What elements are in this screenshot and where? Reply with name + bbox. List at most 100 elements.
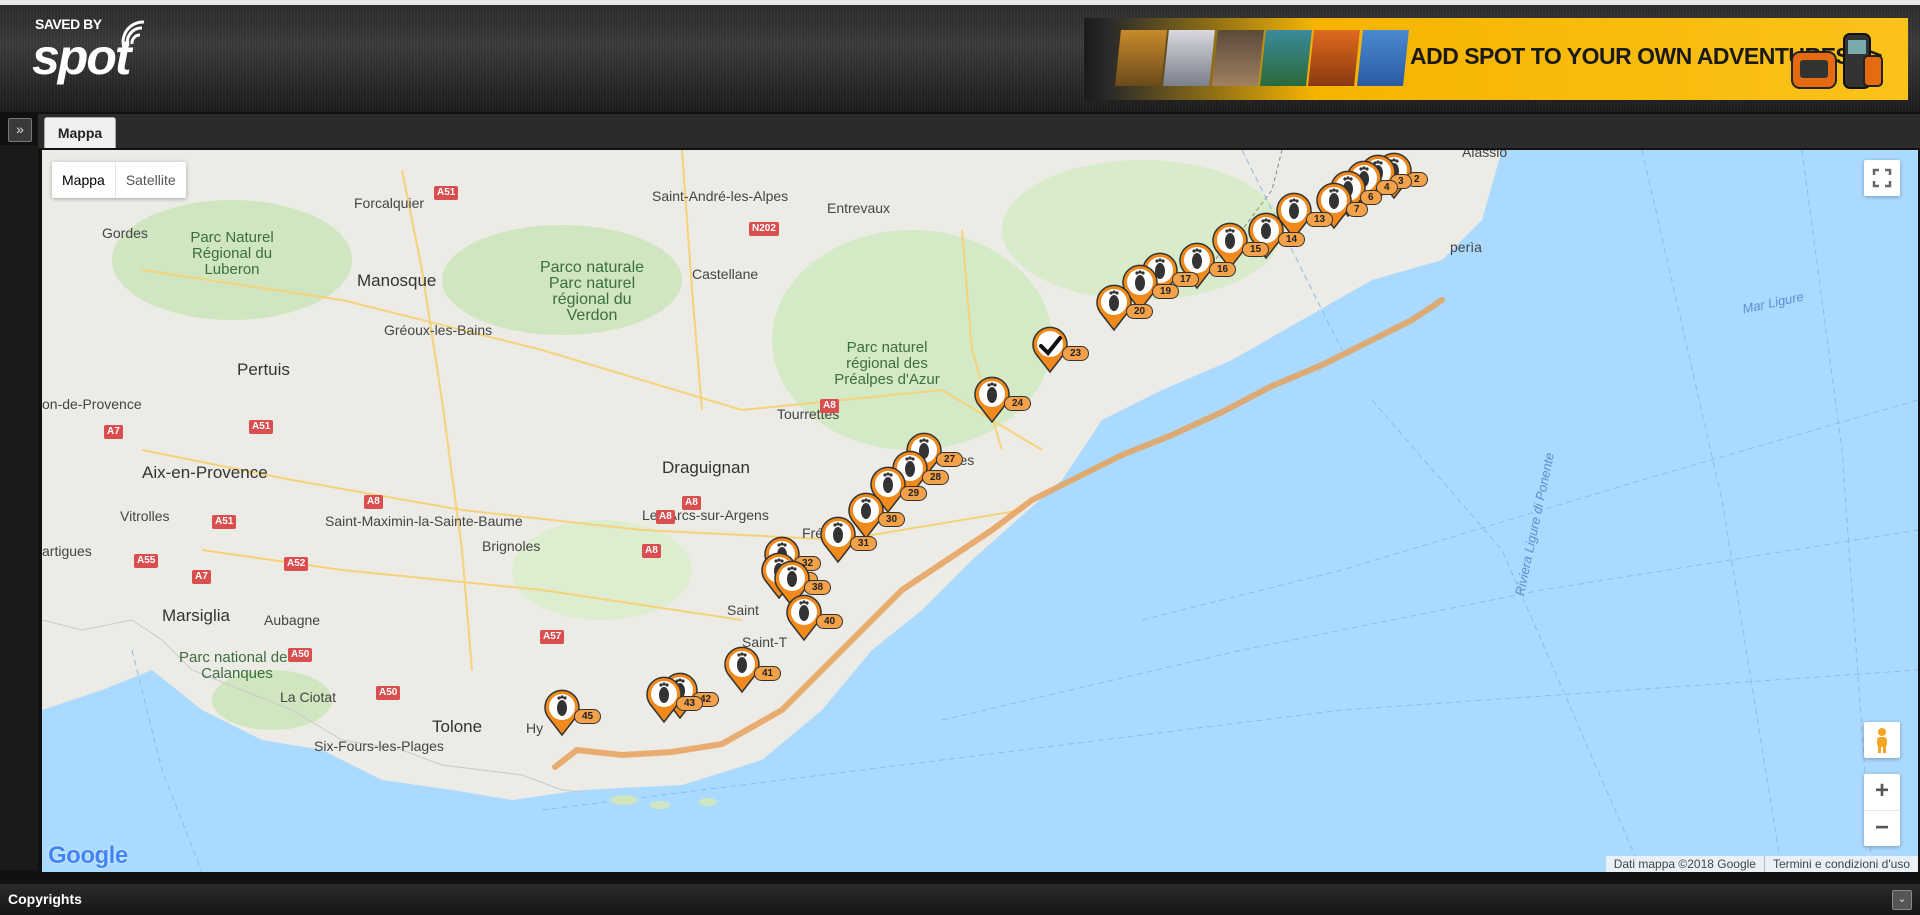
tab-bar bbox=[38, 114, 1920, 148]
map-attribution: Dati mappa ©2018 Google Termini e condiz… bbox=[1605, 856, 1918, 872]
track-marker[interactable]: 41 bbox=[720, 642, 782, 699]
track-marker-label: 29 bbox=[900, 486, 928, 501]
place-label: Draguignan bbox=[662, 458, 750, 477]
terms-link[interactable]: Termini e condizioni d'uso bbox=[1763, 856, 1918, 872]
track-marker[interactable]: 43 bbox=[642, 672, 704, 729]
place-label: Entrevaux bbox=[827, 200, 891, 216]
place-label: Vitrolles bbox=[120, 508, 170, 524]
place-label: perìa bbox=[1450, 239, 1482, 255]
zoom-control: + − bbox=[1864, 774, 1900, 846]
expand-panel-button[interactable]: » bbox=[8, 118, 32, 142]
road-shield: A7 bbox=[192, 570, 211, 584]
map-terrain bbox=[42, 150, 1918, 872]
track-marker-label: 19 bbox=[1152, 284, 1180, 299]
road-shield: A50 bbox=[288, 648, 313, 662]
chevron-down-icon: ⌄ bbox=[1897, 893, 1907, 905]
header: SAVED BY spot ADD SPOT TO YOUR OWN ADVEN… bbox=[0, 0, 1920, 112]
track-marker[interactable]: 31 bbox=[816, 512, 878, 569]
place-label: Saint-André-les-Alpes bbox=[652, 188, 789, 204]
place-label: Tolone bbox=[432, 717, 483, 736]
place-label: Saint bbox=[727, 602, 759, 618]
zoom-in-button[interactable]: + bbox=[1864, 774, 1900, 811]
track-marker-label: 45 bbox=[574, 709, 602, 724]
track-marker[interactable]: 20 bbox=[1092, 280, 1154, 337]
track-marker-label: 41 bbox=[754, 666, 782, 681]
park-label: Parco naturale Parc naturel régional du … bbox=[539, 259, 645, 324]
road-shield: A8 bbox=[364, 495, 383, 509]
track-marker[interactable]: 40 bbox=[782, 590, 844, 647]
spot-ad-banner[interactable]: ADD SPOT TO YOUR OWN ADVENTURES >> bbox=[1084, 18, 1908, 100]
track-marker-label: 14 bbox=[1278, 232, 1306, 247]
saved-by-spot-logo[interactable]: SAVED BY spot bbox=[32, 14, 167, 86]
fullscreen-icon bbox=[1872, 168, 1892, 188]
header-top-border bbox=[0, 0, 1920, 5]
road-shield: A8 bbox=[656, 510, 675, 524]
map-type-satellite-button[interactable]: Satellite bbox=[114, 162, 186, 198]
road-shield: A51 bbox=[212, 515, 237, 529]
track-marker-label: 27 bbox=[936, 452, 964, 467]
place-label: artigues bbox=[42, 543, 92, 559]
banner-photos bbox=[1115, 30, 1409, 86]
track-marker-label: 24 bbox=[1004, 396, 1032, 411]
place-label: Aubagne bbox=[264, 612, 321, 628]
road-shield: A50 bbox=[376, 686, 401, 700]
place-label: Gréoux-les-Bains bbox=[384, 322, 493, 338]
park-label: Parc national des Calanques bbox=[179, 649, 295, 682]
place-label: Gordes bbox=[102, 225, 148, 241]
pegman-icon bbox=[1877, 728, 1887, 753]
place-label: Aix-en-Provence bbox=[142, 463, 268, 482]
place-label: Castellane bbox=[692, 266, 759, 282]
footer-expand-button[interactable]: ⌄ bbox=[1892, 890, 1912, 910]
logo-brand: spot bbox=[32, 29, 132, 85]
track-marker-label: 30 bbox=[878, 512, 906, 527]
road-shield: A51 bbox=[434, 186, 459, 200]
spot-device-icon bbox=[1791, 33, 1883, 89]
footer-title: Copyrights bbox=[8, 891, 82, 907]
place-label: Pertuis bbox=[237, 360, 290, 379]
track-marker-label: 28 bbox=[922, 470, 950, 485]
google-logo[interactable]: Google bbox=[48, 842, 128, 870]
place-label: Marsiglia bbox=[162, 606, 231, 625]
park-label: Parc naturel régional des Préalpes d'Azu… bbox=[834, 339, 940, 388]
road-shield: A57 bbox=[540, 630, 565, 644]
place-label: Six-Fours-les-Plages bbox=[314, 738, 444, 754]
track-marker-label: 16 bbox=[1209, 262, 1237, 277]
park-label: Parc Naturel Régional du Luberon bbox=[190, 229, 274, 278]
track-marker[interactable]: 45 bbox=[540, 685, 602, 742]
place-label: Brignoles bbox=[482, 538, 541, 554]
track-marker-label: 40 bbox=[816, 614, 844, 629]
track-marker[interactable]: 24 bbox=[970, 372, 1032, 429]
place-label: Forcalquier bbox=[354, 195, 425, 211]
road-shield: A7 bbox=[104, 425, 123, 439]
place-label: Alassio bbox=[1462, 150, 1508, 160]
zoom-out-button[interactable]: − bbox=[1864, 811, 1900, 847]
place-label: on-de-Provence bbox=[42, 396, 142, 412]
road-shield: A8 bbox=[642, 544, 661, 558]
track-marker-label: 23 bbox=[1062, 346, 1090, 361]
map-data-attribution: Dati mappa ©2018 Google bbox=[1613, 857, 1756, 871]
place-label: Saint-Maximin-la-Sainte-Baume bbox=[325, 513, 523, 529]
place-label: La Ciotat bbox=[280, 689, 337, 705]
signal-waves-icon bbox=[121, 20, 145, 49]
track-marker-label: 15 bbox=[1242, 242, 1270, 257]
map-canvas[interactable]: Alassio Saint-André-les-Alpes Entrevaux For… bbox=[42, 150, 1918, 872]
road-shield: A52 bbox=[284, 557, 309, 571]
tab-mappa[interactable]: Mappa bbox=[44, 117, 116, 148]
side-panel-strip bbox=[0, 145, 38, 870]
place-label: Manosque bbox=[357, 271, 437, 290]
road-shield: A8 bbox=[682, 496, 701, 510]
track-marker-label: 7 bbox=[1346, 202, 1368, 217]
street-view-pegman-button[interactable] bbox=[1864, 722, 1900, 758]
road-shield: A55 bbox=[134, 554, 159, 568]
map-type-control: Mappa Satellite bbox=[52, 162, 186, 198]
track-marker[interactable]: 23 bbox=[1028, 322, 1090, 379]
fullscreen-button[interactable] bbox=[1864, 160, 1900, 196]
road-shield: A8 bbox=[820, 399, 839, 413]
road-shield: A51 bbox=[249, 420, 274, 434]
track-marker-label: 13 bbox=[1306, 212, 1334, 227]
track-marker-label: 31 bbox=[850, 536, 878, 551]
footer-bar: Copyrights ⌄ bbox=[0, 884, 1920, 915]
track-marker-label: 43 bbox=[676, 696, 704, 711]
map-type-mappa-button[interactable]: Mappa bbox=[52, 162, 115, 198]
road-shield: N202 bbox=[749, 222, 779, 236]
